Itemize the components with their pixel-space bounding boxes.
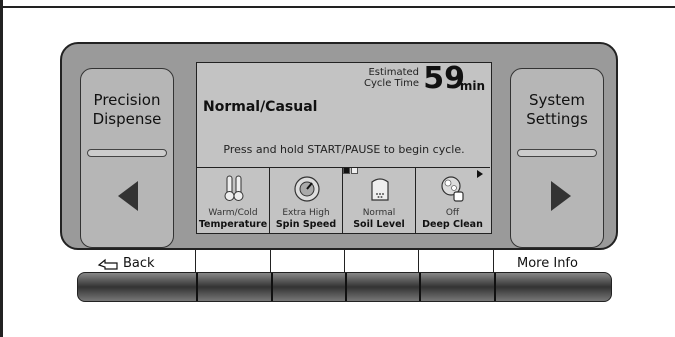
deep-clean-label: Deep Clean xyxy=(422,219,483,230)
temperature-label: Temperature xyxy=(198,219,268,230)
more-options-arrow-icon[interactable] xyxy=(477,170,483,178)
options-row: Warm/Cold Temperature Extra High Spin Sp… xyxy=(197,167,490,234)
system-settings-label: System Settings xyxy=(526,91,588,128)
page-indicator xyxy=(343,159,359,174)
back-label: Back xyxy=(123,256,155,271)
cycle-name: Normal/Casual xyxy=(203,99,318,115)
display-screen: Estimated Cycle Time 59 min Normal/Casua… xyxy=(196,62,492,234)
deep-clean-value: Off xyxy=(445,208,460,218)
option-deep-clean[interactable]: Off Deep Clean xyxy=(416,168,489,234)
spin-speed-value: Extra High xyxy=(282,208,330,218)
temperature-value: Warm/Cold xyxy=(208,208,258,218)
control-panel: Precision Dispense Estimated Cycle Time … xyxy=(60,42,618,250)
chevron-left-icon[interactable] xyxy=(118,181,138,211)
option-soil-level[interactable]: Normal Soil Level xyxy=(343,168,416,234)
softkey-2[interactable] xyxy=(198,273,271,301)
soil-level-value: Normal xyxy=(362,208,396,218)
frame-left-border xyxy=(0,0,3,337)
side-divider xyxy=(87,149,167,157)
softkey-4[interactable] xyxy=(347,273,419,301)
precision-dispense-label: Precision Dispense xyxy=(92,91,162,128)
deep-clean-icon xyxy=(441,176,464,202)
cycle-time-value: 59 xyxy=(423,61,465,96)
shirt-icon xyxy=(371,178,389,201)
start-prompt: Press and hold START/PAUSE to begin cycl… xyxy=(223,143,465,156)
soil-level-label: Soil Level xyxy=(353,219,405,230)
cycle-time-unit: min xyxy=(459,79,485,93)
estimated-cycle-time-label: Estimated Cycle Time xyxy=(364,67,419,89)
softkey-3[interactable] xyxy=(273,273,345,301)
option-temperature[interactable]: Warm/Cold Temperature xyxy=(197,168,270,234)
softkey-5[interactable] xyxy=(421,273,494,301)
chevron-right-icon[interactable] xyxy=(551,181,571,211)
more-info-label: More Info xyxy=(517,256,578,271)
thermometer-icon xyxy=(224,175,244,201)
spin-gauge-icon xyxy=(294,176,320,202)
softkey-bar xyxy=(77,272,612,302)
frame-top-border xyxy=(0,0,675,8)
spin-speed-label: Spin Speed xyxy=(275,219,337,230)
option-spin-speed[interactable]: Extra High Spin Speed xyxy=(270,168,343,234)
system-settings-button[interactable]: System Settings xyxy=(510,68,604,248)
softkey-back[interactable] xyxy=(78,273,196,301)
back-arrow-icon xyxy=(97,258,118,270)
softkey-more-info[interactable] xyxy=(496,273,610,301)
precision-dispense-button[interactable]: Precision Dispense xyxy=(80,68,174,248)
side-divider xyxy=(517,149,597,157)
